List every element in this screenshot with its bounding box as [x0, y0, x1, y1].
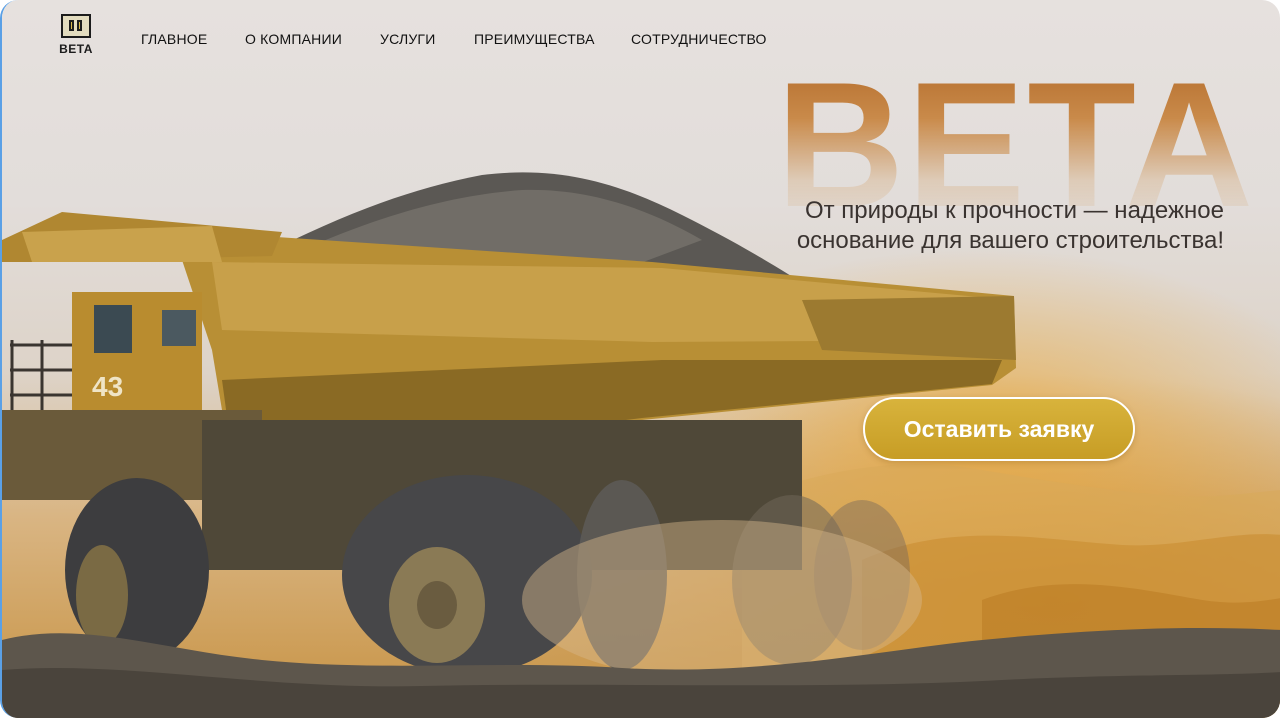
nav-item-about[interactable]: О КОМПАНИИ [245, 31, 342, 47]
hero-tagline-line-1: От природы к прочности — надежное [804, 197, 1224, 224]
submit-request-button[interactable]: Оставить заявку [863, 397, 1135, 461]
hero-tagline: От природы к прочности — надежное основа… [664, 196, 1224, 256]
nav-item-services[interactable]: УСЛУГИ [380, 31, 435, 47]
page-frame: 43 BETA ГЛАВНОЕ О КОМПАНИИ УСЛУГИ ПРЕИМУ… [0, 0, 1280, 718]
logo[interactable]: BETA [58, 14, 94, 60]
nav-item-main[interactable]: ГЛАВНОЕ [141, 31, 207, 47]
nav-item-cooperation[interactable]: СОТРУДНИЧЕСТВО [631, 31, 767, 47]
logo-text: BETA [59, 42, 93, 56]
truck-number: 43 [92, 371, 123, 402]
nav-item-advantages[interactable]: ПРЕИМУЩЕСТВА [474, 31, 595, 47]
hero-tagline-line-2: основание для вашего строительства! [796, 227, 1224, 254]
building-logo-icon [61, 14, 91, 38]
